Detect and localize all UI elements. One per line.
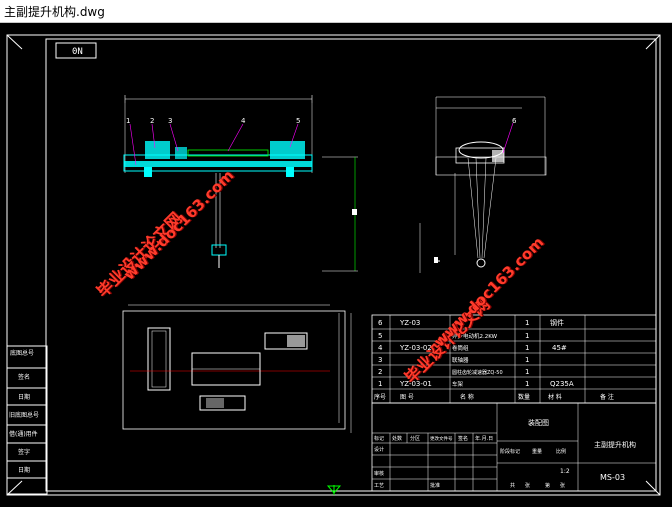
svg-text:标记: 标记 — [374, 435, 384, 442]
svg-text:1: 1 — [525, 332, 529, 340]
balloon-4: 4 — [241, 117, 246, 125]
svg-text:序号: 序号 — [374, 393, 386, 401]
svg-text:批准: 批准 — [430, 482, 440, 489]
balloon-5: 5 — [296, 117, 300, 125]
svg-text:圆柱齿轮减速器ZQ-50: 圆柱齿轮减速器ZQ-50 — [452, 369, 503, 376]
svg-text:1:2: 1:2 — [560, 468, 570, 475]
document-title: 主副提升机构.dwg — [4, 5, 105, 19]
plan-view — [122, 304, 352, 433]
svg-text:设计: 设计 — [374, 446, 384, 453]
svg-text:1: 1 — [525, 380, 529, 388]
svg-text:张: 张 — [560, 482, 565, 489]
side-label-1: 签名 — [18, 373, 30, 381]
stamp-text: 0N — [72, 47, 83, 57]
balloon-2: 2 — [150, 117, 154, 125]
svg-text:车架: 车架 — [452, 380, 464, 388]
balloon-3: 3 — [168, 117, 172, 125]
svg-text:比例: 比例 — [556, 448, 566, 455]
side-label-5: 签字 — [18, 448, 30, 456]
svg-text:1: 1 — [378, 380, 382, 388]
svg-text:图 号: 图 号 — [400, 394, 414, 401]
svg-text:2: 2 — [378, 368, 382, 376]
svg-text:阶段标记: 阶段标记 — [500, 448, 520, 455]
svg-text:联轴器: 联轴器 — [452, 356, 469, 364]
svg-text:4: 4 — [378, 344, 383, 352]
side-label-block: 底图总号 签名 日期 旧底图总号 借(通)用件 签字 日期 — [6, 345, 48, 495]
svg-text:Q235A: Q235A — [550, 380, 574, 388]
drawing-canvas[interactable]: 0N 底图总号 签名 日期 旧底图总号 借(通)用件 签字 日期 1 2 3 4… — [0, 23, 672, 507]
svg-text:数量: 数量 — [518, 393, 530, 401]
svg-text:张: 张 — [525, 482, 530, 489]
svg-text:1: 1 — [525, 368, 529, 376]
svg-text:6: 6 — [378, 319, 383, 327]
svg-text:共: 共 — [510, 482, 515, 489]
svg-text:更改文件号: 更改文件号 — [430, 435, 453, 442]
svg-text:YZ-03: YZ-03 — [399, 319, 420, 327]
svg-text:1: 1 — [525, 344, 529, 352]
svg-text:名 称: 名 称 — [460, 393, 474, 401]
balloon-1: 1 — [126, 117, 130, 125]
svg-text:3: 3 — [378, 356, 382, 364]
svg-text:分区: 分区 — [410, 435, 420, 442]
svg-text:1: 1 — [525, 356, 529, 364]
svg-text:备 注: 备 注 — [600, 393, 614, 401]
assembly-label: 装配图 — [528, 418, 549, 427]
balloon-6: 6 — [512, 117, 517, 125]
svg-text:5: 5 — [378, 332, 382, 340]
svg-text:重量: 重量 — [532, 448, 542, 455]
svg-text:钢件: 钢件 — [550, 318, 564, 327]
side-label-6: 日期 — [18, 466, 30, 474]
svg-text:第: 第 — [545, 482, 550, 489]
title-bar: 主副提升机构.dwg — [0, 0, 672, 23]
side-label-3: 旧底图总号 — [9, 411, 39, 419]
svg-text:签名: 签名 — [458, 435, 468, 442]
title-block: 标记 处数 分区 更改文件号 签名 年.月.日 设计 审核 工艺 批准 阶段标记… — [371, 402, 657, 492]
svg-text:处数: 处数 — [392, 435, 402, 442]
svg-text:年.月.日: 年.月.日 — [475, 435, 493, 442]
side-label-2: 日期 — [18, 393, 30, 401]
svg-text:1: 1 — [525, 319, 529, 327]
drawing-title: 主副提升机构 — [594, 440, 636, 449]
svg-text:审核: 审核 — [374, 470, 384, 477]
cad-drawing: 0N 底图总号 签名 日期 旧底图总号 借(通)用件 签字 日期 1 2 3 4… — [6, 34, 661, 496]
svg-text:材 料: 材 料 — [548, 393, 562, 401]
drawing-number: MS-03 — [600, 473, 625, 482]
side-label-0: 底图总号 — [10, 349, 34, 357]
svg-text:45#: 45# — [552, 344, 567, 352]
outer-frame — [6, 34, 661, 496]
side-label-4: 借(通)用件 — [9, 430, 38, 438]
svg-text:工艺: 工艺 — [374, 483, 384, 489]
